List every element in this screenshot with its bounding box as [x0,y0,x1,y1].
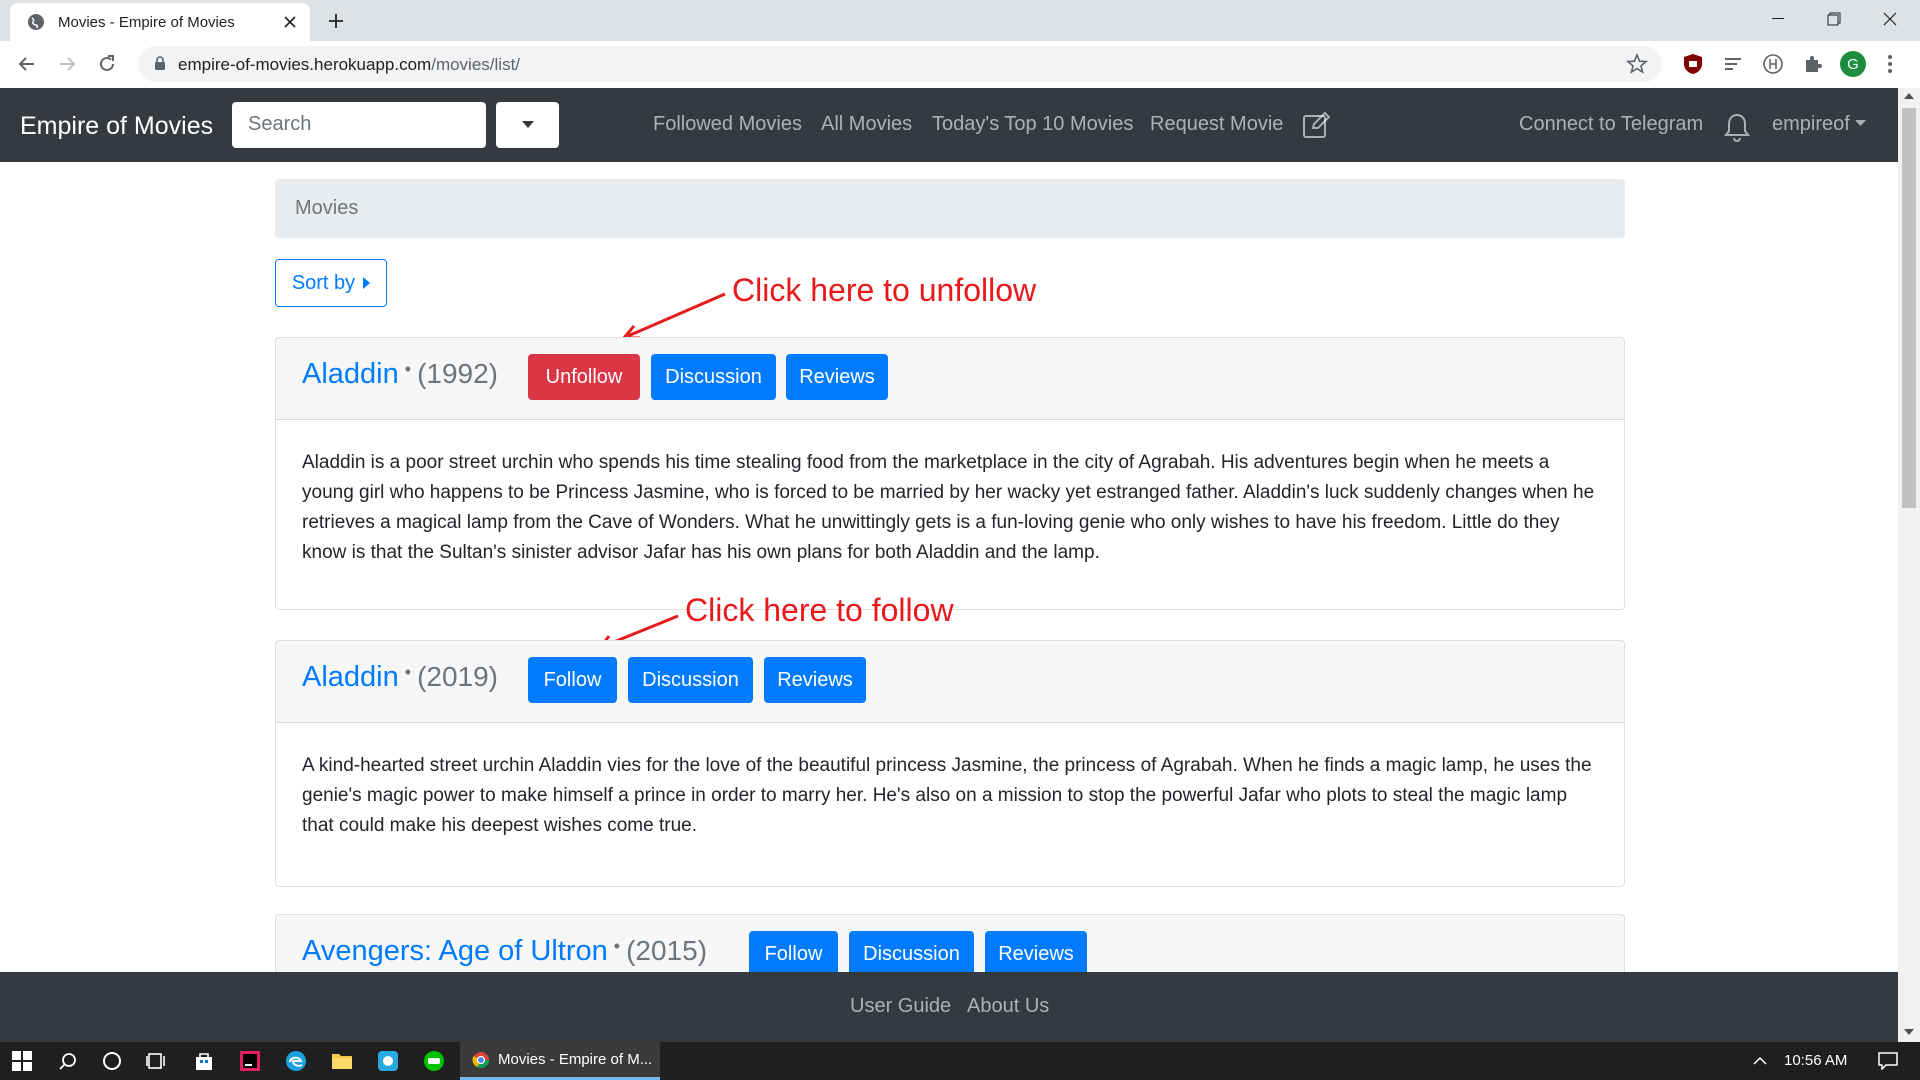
search-dropdown-button[interactable] [496,102,559,148]
scroll-down-icon[interactable] [1904,1028,1914,1036]
caret-down-icon [521,121,534,128]
task-view-icon[interactable] [134,1042,178,1080]
movie-card: Aladdin • (1992) Unfollow Discussion Revie… [275,337,1625,610]
movie-title-link[interactable]: Aladdin • (1992) [302,358,498,391]
site-navbar: Empire of Movies Search Followed Movies … [0,88,1898,162]
discussion-button[interactable]: Discussion [651,354,776,400]
url-text: empire-of-movies.herokuapp.com/movies/li… [178,55,521,74]
movie-description: A kind-hearted street urchin Aladdin vie… [302,755,1592,836]
site-brand[interactable]: Empire of Movies [20,112,213,141]
edit-icon[interactable] [1302,111,1330,139]
line-icon[interactable] [412,1042,456,1080]
movie-title-link[interactable]: Aladdin • (2019) [302,661,498,694]
forward-icon[interactable] [53,50,81,78]
sort-by-label: Sort by [291,271,356,294]
reviews-button[interactable]: Reviews [786,354,888,400]
ublock-icon[interactable] [1680,51,1706,77]
browser-tab[interactable]: Movies - Empire of Movies [10,3,310,41]
movie-card: Aladdin • (2019) Follow Discussion Reviews… [275,640,1625,887]
page-scrollbar[interactable] [1898,88,1920,1042]
minimize-icon[interactable] [1750,0,1806,38]
caret-right-icon [363,277,371,289]
bell-icon[interactable] [1724,112,1750,142]
extensions-puzzle-icon[interactable] [1800,51,1826,77]
movie-year: (1992) [417,358,498,389]
annotation-follow: Click here to follow [685,592,954,628]
tab-close-icon[interactable] [278,10,302,34]
reviews-button[interactable]: Reviews [764,657,866,703]
discussion-button[interactable]: Discussion [849,931,974,972]
search-icon[interactable] [46,1042,90,1080]
movie-card-header: Aladdin • (2019) Follow Discussion Reviews [276,641,1624,723]
file-explorer-icon[interactable] [320,1042,364,1080]
nav-followed-movies[interactable]: Followed Movies [653,113,802,136]
new-tab-icon[interactable] [324,9,348,33]
search-input[interactable]: Search [232,102,486,148]
nav-connect-telegram[interactable]: Connect to Telegram [1519,113,1703,136]
annotation-arrow-icon [622,292,726,340]
movie-card-header: Avengers: Age of Ultron • (2015) Follow Di… [276,915,1624,972]
address-bar[interactable]: empire-of-movies.herokuapp.com/movies/li… [138,46,1662,82]
movie-description: Aladdin is a poor street urchin who spen… [302,452,1595,563]
store-icon[interactable] [182,1042,226,1080]
h-extension-icon[interactable] [1760,51,1786,77]
back-icon[interactable] [13,50,41,78]
taskbar-clock[interactable]: 10:56 AM [1784,1052,1847,1069]
lock-icon [155,56,165,70]
page-content: Movies Sort by Click here to unfollow Al… [0,162,1898,972]
bookmark-star-icon[interactable] [1626,53,1648,75]
jetbrains-icon[interactable] [228,1042,272,1080]
follow-button[interactable]: Follow [528,657,617,703]
nav-request-movie[interactable]: Request Movie [1150,113,1283,136]
user-menu[interactable]: empireof [1772,113,1867,136]
unfollow-button[interactable]: Unfollow [528,354,640,400]
follow-button[interactable]: Follow [749,931,838,972]
windows-taskbar: Movies - Empire of M... 10:56 AM [0,1042,1920,1080]
cortana-icon[interactable] [90,1042,134,1080]
nav-top10-movies[interactable]: Today's Top 10 Movies [932,113,1133,136]
reviews-button[interactable]: Reviews [985,931,1087,972]
chrome-icon [472,1051,490,1068]
restore-icon[interactable] [1806,0,1862,38]
footer-about-link[interactable]: About Us [967,995,1049,1018]
movie-card: Avengers: Age of Ultron • (2015) Follow Di… [275,914,1625,972]
action-center-icon[interactable] [1866,1042,1910,1080]
movie-year: (2019) [417,661,498,692]
taskbar-chrome-app[interactable]: Movies - Empire of M... [460,1042,660,1080]
breadcrumb: Movies [275,179,1625,238]
sort-by-button[interactable]: Sort by [275,259,387,307]
caret-down-icon [1855,120,1867,126]
tray-chevron-up-icon[interactable] [1738,1042,1782,1080]
movie-year: (2015) [626,935,708,966]
movie-card-header: Aladdin • (1992) Unfollow Discussion Revie… [276,338,1624,420]
footer-user-guide-link[interactable]: User Guide [850,995,951,1018]
profile-avatar[interactable]: G [1840,51,1866,77]
nav-all-movies[interactable]: All Movies [821,113,912,136]
site-footer: User Guide About Us [0,972,1898,1042]
browser-toolbar: empire-of-movies.herokuapp.com/movies/li… [0,41,1920,89]
scroll-up-icon[interactable] [1904,92,1914,100]
movie-title-link[interactable]: Avengers: Age of Ultron • (2015) [302,935,707,968]
username: empireof [1772,113,1850,135]
window-close-icon[interactable] [1862,0,1918,38]
scrollbar-thumb[interactable] [1902,108,1916,508]
tab-title: Movies - Empire of Movies [58,13,235,31]
browser-tab-strip: Movies - Empire of Movies [0,0,1920,41]
reading-list-icon[interactable] [1720,51,1746,77]
skype-icon[interactable] [366,1042,410,1080]
taskbar-app-label: Movies - Empire of M... [498,1051,653,1068]
globe-icon [28,14,44,30]
reload-icon[interactable] [93,50,121,78]
windows-start-icon[interactable] [0,1042,44,1080]
discussion-button[interactable]: Discussion [628,657,753,703]
browser-menu-icon[interactable] [1880,51,1900,77]
edge-icon[interactable] [274,1042,318,1080]
annotation-unfollow: Click here to unfollow [732,272,1037,308]
